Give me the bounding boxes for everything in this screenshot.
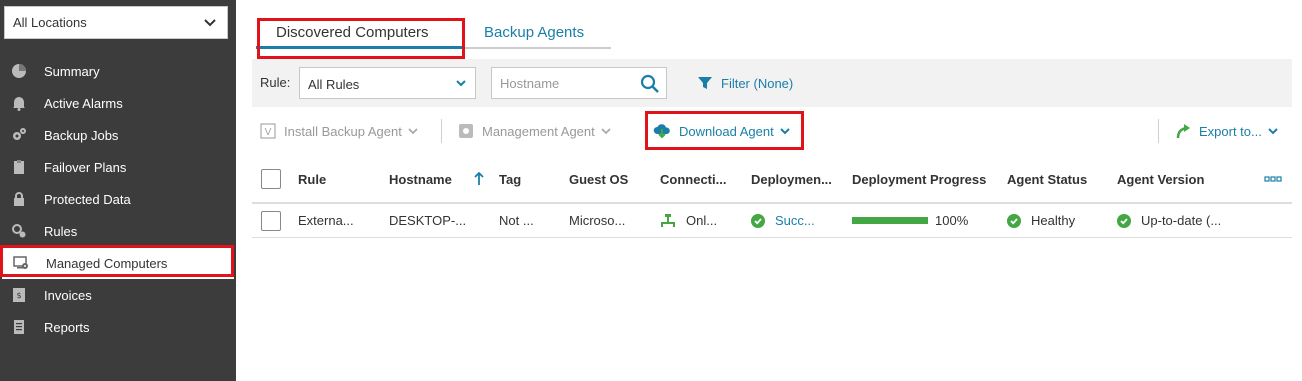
row-checkbox[interactable]: [261, 211, 281, 231]
select-all-checkbox[interactable]: [261, 169, 281, 189]
column-chooser-icon[interactable]: [1264, 176, 1282, 182]
chevron-down-icon: [408, 126, 418, 136]
filter-label: Filter (None): [721, 75, 794, 91]
table-row[interactable]: Externa... DESKTOP-... Not ... Microso..…: [252, 204, 1292, 238]
sidebar-item-label: Active Alarms: [44, 95, 123, 111]
cell-deployment: Succ...: [751, 213, 815, 228]
management-agent-label: Management Agent: [482, 123, 595, 139]
export-label: Export to...: [1199, 123, 1262, 139]
rule-label: Rule:: [260, 75, 291, 90]
computers-table: Rule Hostname Tag Guest OS Connecti... D…: [252, 162, 1292, 238]
sidebar-item-invoices[interactable]: $ Invoices: [0, 279, 236, 311]
success-check-icon: [1007, 213, 1021, 228]
sidebar-item-label: Invoices: [44, 287, 92, 303]
filter-button[interactable]: Filter (None): [697, 75, 793, 91]
gears-icon: [10, 126, 28, 144]
cell-guest-os: Microso...: [569, 213, 626, 228]
cell-agent-version: Up-to-date (...: [1117, 213, 1221, 228]
tab-label: Backup Agents: [484, 24, 585, 41]
connection-status-label: Onl...: [686, 213, 718, 228]
clipboard-icon: [10, 158, 28, 176]
column-header-guest-os[interactable]: Guest OS: [569, 172, 628, 187]
filter-bar: Rule: All Rules Filter (None): [252, 59, 1292, 107]
agent-version-label: Up-to-date (...: [1141, 213, 1222, 228]
computer-gear-icon: [12, 254, 30, 272]
column-header-deployment-progress[interactable]: Deployment Progress: [852, 172, 986, 187]
sidebar-item-rules[interactable]: Rules: [0, 215, 236, 247]
export-arrow-icon: [1175, 123, 1191, 139]
column-header-hostname[interactable]: Hostname: [389, 172, 452, 187]
sidebar-item-protected-data[interactable]: Protected Data: [0, 183, 236, 215]
sort-ascending-icon[interactable]: [474, 172, 484, 186]
agent-status-label: Healthy: [1031, 213, 1076, 228]
column-header-connection[interactable]: Connecti...: [660, 172, 726, 187]
cell-rule: Externa...: [298, 213, 354, 228]
management-agent-icon: [458, 123, 474, 139]
toolbar-separator: [441, 119, 442, 143]
sidebar-item-label: Protected Data: [44, 191, 131, 207]
chevron-down-icon: [204, 19, 216, 27]
sidebar-item-label: Summary: [44, 63, 100, 79]
deployment-status-link[interactable]: Succ...: [775, 213, 815, 228]
install-backup-agent-label: Install Backup Agent: [284, 123, 402, 139]
location-select[interactable]: All Locations: [4, 6, 228, 39]
sidebar-item-backup-jobs[interactable]: Backup Jobs: [0, 119, 236, 151]
cell-progress-value: 100%: [935, 213, 969, 228]
chevron-down-icon: [1268, 126, 1278, 136]
lock-icon: [10, 190, 28, 208]
sidebar: All Locations Summary Active Alarms Back…: [0, 0, 236, 381]
success-check-icon: [751, 213, 765, 228]
column-header-agent-status[interactable]: Agent Status: [1007, 172, 1087, 187]
svg-text:$: $: [16, 291, 21, 300]
success-check-icon: [1117, 213, 1131, 228]
cell-connection: Onl...: [660, 213, 717, 228]
toolbar-separator: [1158, 119, 1159, 143]
report-icon: [10, 318, 28, 336]
svg-text:V: V: [265, 127, 272, 138]
sidebar-item-label: Managed Computers: [46, 255, 168, 271]
cell-hostname: DESKTOP-...: [389, 213, 467, 228]
hostname-search-input[interactable]: [492, 68, 632, 98]
highlight-box: [645, 111, 804, 150]
column-header-rule[interactable]: Rule: [298, 172, 326, 187]
search-icon[interactable]: [640, 74, 660, 94]
cell-agent-status: Healthy: [1007, 213, 1075, 228]
sidebar-item-label: Backup Jobs: [44, 127, 119, 143]
search-box: [491, 67, 667, 99]
sidebar-nav: Summary Active Alarms Backup Jobs Failov…: [0, 55, 236, 343]
install-agent-icon: V: [260, 123, 276, 139]
table-header: Rule Hostname Tag Guest OS Connecti... D…: [252, 162, 1292, 204]
install-backup-agent-button[interactable]: V Install Backup Agent: [260, 113, 418, 149]
column-header-deployment[interactable]: Deploymen...: [751, 172, 832, 187]
network-connected-icon: [661, 213, 675, 227]
pie-chart-icon: [10, 62, 28, 80]
deployment-progress-bar: [852, 217, 928, 224]
sidebar-item-label: Rules: [44, 223, 78, 239]
column-header-agent-version[interactable]: Agent Version: [1117, 172, 1204, 187]
funnel-icon: [698, 77, 712, 89]
chevron-down-icon: [456, 80, 466, 87]
search-gear-icon: [10, 222, 28, 240]
location-select-value: All Locations: [13, 15, 87, 30]
tab-backup-agents[interactable]: Backup Agents: [462, 18, 611, 49]
bell-icon: [10, 94, 28, 112]
column-header-tag[interactable]: Tag: [499, 172, 521, 187]
rule-select-value: All Rules: [308, 77, 360, 92]
sidebar-item-active-alarms[interactable]: Active Alarms: [0, 87, 236, 119]
highlight-box: [257, 18, 465, 59]
cell-tag-link[interactable]: Not ...: [499, 213, 534, 228]
sidebar-item-summary[interactable]: Summary: [0, 55, 236, 87]
sidebar-item-managed-computers[interactable]: Managed Computers: [0, 245, 234, 279]
sidebar-item-label: Failover Plans: [44, 159, 127, 175]
invoice-icon: $: [10, 286, 28, 304]
management-agent-button[interactable]: Management Agent: [458, 113, 611, 149]
sidebar-item-reports[interactable]: Reports: [0, 311, 236, 343]
rule-select[interactable]: All Rules: [299, 67, 476, 99]
sidebar-item-failover-plans[interactable]: Failover Plans: [0, 151, 236, 183]
export-button[interactable]: Export to...: [1175, 113, 1278, 149]
chevron-down-icon: [601, 126, 611, 136]
sidebar-item-label: Reports: [44, 319, 90, 335]
